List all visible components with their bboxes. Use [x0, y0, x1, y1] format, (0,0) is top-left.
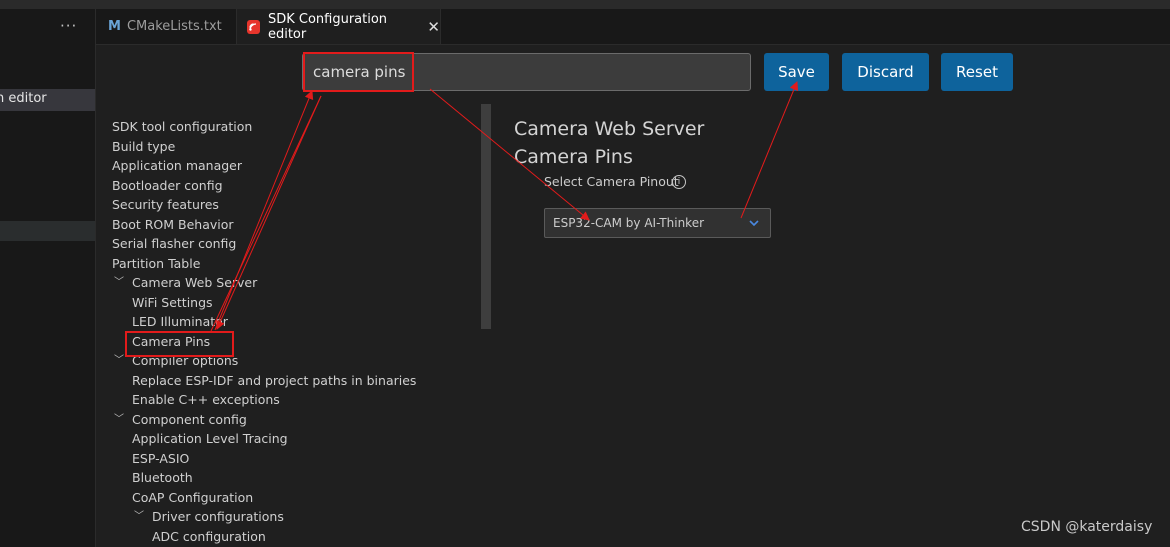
annotation-arrows: [210, 81, 799, 332]
annotation-arrow: [429, 88, 590, 221]
annotation-arrow: [216, 95, 322, 330]
annotation-arrow: [210, 95, 322, 332]
watermark: CSDN @katerdaisy: [1021, 519, 1153, 535]
annotation-arrow: [214, 90, 314, 331]
annotation-arrow: [740, 81, 799, 219]
